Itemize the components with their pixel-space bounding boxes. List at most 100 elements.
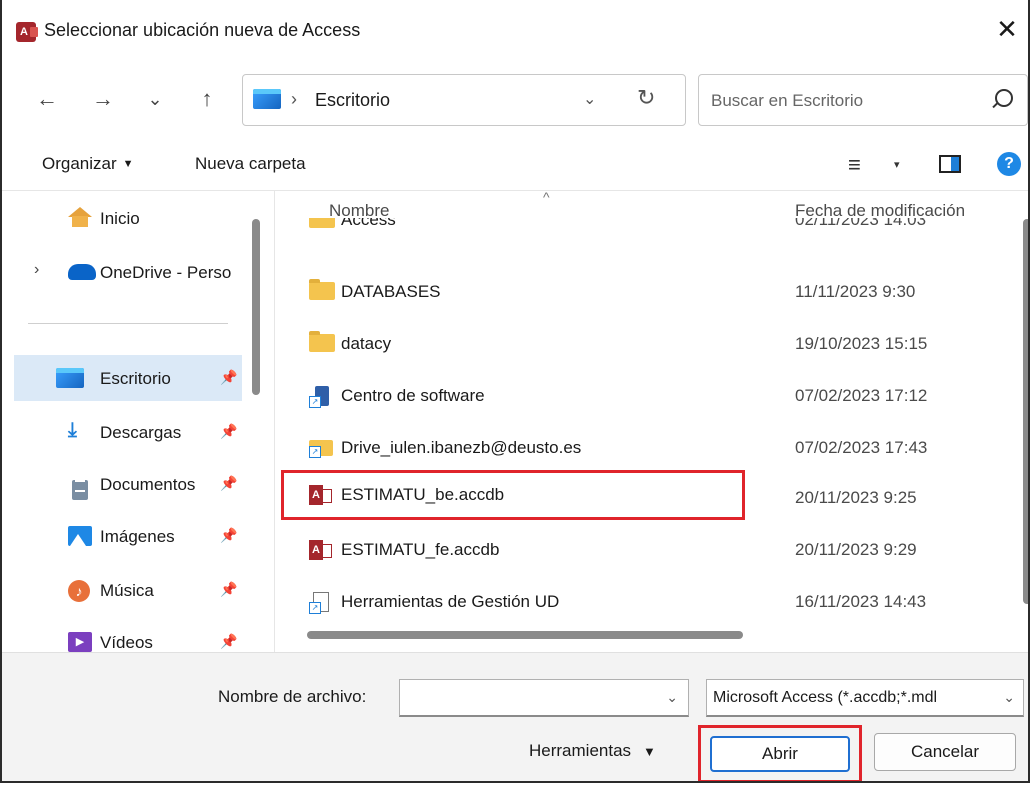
- view-options-caret-icon[interactable]: ▾: [894, 158, 900, 171]
- file-date: 19/10/2023 15:15: [795, 334, 928, 353]
- file-name: ESTIMATU_be.accdb: [341, 485, 505, 504]
- pin-icon[interactable]: 📌: [220, 581, 237, 598]
- sidebar-item-onedrive[interactable]: › OneDrive - Perso: [14, 249, 242, 295]
- filename-label: Nombre de archivo:: [218, 687, 367, 706]
- file-date: 07/02/2023 17:43: [795, 438, 928, 457]
- download-icon: ⤓: [68, 419, 77, 441]
- videos-icon: ▶: [68, 632, 92, 652]
- close-icon[interactable]: ✕: [992, 14, 1022, 44]
- home-icon: [68, 207, 92, 227]
- access-database-icon: [309, 485, 332, 505]
- file-date: 20/11/2023 9:25: [795, 488, 917, 507]
- cancel-button[interactable]: Cancelar: [874, 733, 1016, 771]
- file-list: Nombre ^ Fecha de modificación Access 02…: [274, 191, 1028, 652]
- file-date: 16/11/2023 14:43: [795, 592, 927, 611]
- help-icon[interactable]: ?: [997, 152, 1021, 176]
- navigation-bar: ← → ⌄ ↑ › Escritorio ⌄ ↻ Buscar en Escri…: [2, 62, 1028, 138]
- title-bar: A Seleccionar ubicación nueva de Access …: [2, 0, 1028, 62]
- file-list-vertical-scrollbar[interactable]: [1023, 219, 1028, 604]
- pin-icon[interactable]: 📌: [220, 527, 237, 544]
- file-name: Herramientas de Gestión UD: [341, 592, 560, 611]
- access-database-icon: [309, 540, 332, 560]
- open-button[interactable]: Abrir: [710, 736, 850, 772]
- file-date: 07/02/2023 17:12: [795, 386, 928, 405]
- file-row-herramientas[interactable]: ↗ Herramientas de Gestión UD 16/11/2023 …: [275, 577, 1015, 627]
- open-button-highlight: Abrir: [698, 725, 862, 781]
- sidebar-item-label: Escritorio: [100, 369, 171, 388]
- sidebar-item-label: Música: [100, 581, 154, 600]
- sidebar-item-escritorio[interactable]: Escritorio 📌: [14, 355, 242, 401]
- view-options-icon[interactable]: ≡: [848, 152, 861, 178]
- file-row-databases[interactable]: DATABASES 11/11/2023 9:30: [275, 267, 1015, 317]
- address-bar[interactable]: › Escritorio ⌄ ↻: [242, 74, 686, 126]
- file-name: Access: [341, 218, 396, 229]
- sidebar-item-descargas[interactable]: ⤓ Descargas 📌: [14, 409, 242, 455]
- sidebar-item-label: Vídeos: [100, 633, 153, 652]
- file-row-estimatu-fe[interactable]: ESTIMATU_fe.accdb 20/11/2023 9:29: [275, 525, 1015, 575]
- file-name: ESTIMATU_fe.accdb: [341, 540, 500, 559]
- preview-pane-icon[interactable]: [939, 155, 961, 173]
- dialog-footer: Nombre de archivo: ⌄ Microsoft Access (*…: [2, 652, 1028, 781]
- organize-caret-icon: ▼: [122, 158, 134, 170]
- sidebar-item-label: Imágenes: [100, 527, 175, 546]
- organize-menu-button[interactable]: Organizar ▼: [42, 154, 134, 174]
- file-type-select[interactable]: Microsoft Access (*.accdb;*.mdl ⌄: [706, 679, 1024, 717]
- refresh-icon[interactable]: ↻: [637, 85, 655, 111]
- window-title: Seleccionar ubicación nueva de Access: [44, 20, 361, 40]
- file-row-centro-de-software[interactable]: ↗ Centro de software 07/02/2023 17:12: [275, 371, 1015, 421]
- forward-arrow-icon[interactable]: →: [88, 84, 118, 114]
- back-arrow-icon[interactable]: ←: [32, 84, 62, 114]
- sidebar-item-label: OneDrive - Perso: [100, 263, 232, 282]
- file-date: 20/11/2023 9:29: [795, 540, 917, 559]
- file-date: 02/11/2023 14:03: [795, 218, 927, 229]
- up-arrow-icon[interactable]: ↑: [192, 84, 222, 114]
- access-app-icon: A: [16, 22, 38, 42]
- sidebar-item-videos[interactable]: ▶ Vídeos 📌: [14, 619, 242, 652]
- pin-icon[interactable]: 📌: [220, 423, 237, 440]
- search-box[interactable]: Buscar en Escritorio: [698, 74, 1028, 126]
- sidebar-item-musica[interactable]: ♪ Música 📌: [14, 567, 242, 613]
- folder-icon: [309, 218, 335, 228]
- sidebar-divider: [28, 323, 228, 324]
- file-row-access[interactable]: Access 02/11/2023 14:03: [275, 218, 1015, 240]
- desktop-folder-icon: [253, 89, 281, 109]
- pin-icon[interactable]: 📌: [220, 633, 237, 650]
- file-name: Drive_iulen.ibanezb@deusto.es: [341, 438, 582, 457]
- search-input[interactable]: Buscar en Escritorio: [711, 91, 863, 111]
- pin-icon[interactable]: 📌: [220, 475, 237, 492]
- recent-locations-chevron-icon[interactable]: ⌄: [140, 84, 170, 114]
- file-name: DATABASES: [341, 282, 441, 301]
- file-row-datacy[interactable]: datacy 19/10/2023 15:15: [275, 319, 1015, 369]
- file-type-dropdown-chevron-icon[interactable]: ⌄: [1001, 689, 1015, 706]
- sidebar-scrollbar[interactable]: [252, 219, 260, 395]
- file-row-drive[interactable]: ↗ Drive_iulen.ibanezb@deusto.es 07/02/20…: [275, 423, 1015, 473]
- file-type-value: Microsoft Access (*.accdb;*.mdl: [713, 689, 938, 706]
- organize-label: Organizar: [42, 154, 117, 173]
- sidebar-item-label: Descargas: [100, 423, 182, 442]
- expand-chevron-icon[interactable]: ›: [34, 261, 39, 279]
- sidebar-item-label: Documentos: [100, 475, 196, 494]
- folder-shortcut-icon: ↗: [309, 438, 333, 458]
- tools-menu-button[interactable]: Herramientas ▼: [529, 741, 656, 761]
- file-row-estimatu-be[interactable]: ESTIMATU_be.accdb: [281, 470, 745, 520]
- filename-dropdown-chevron-icon[interactable]: ⌄: [666, 689, 678, 706]
- address-dropdown-chevron-icon[interactable]: ⌄: [583, 89, 596, 109]
- sidebar-item-documentos[interactable]: Documentos 📌: [14, 461, 242, 507]
- music-icon: ♪: [68, 580, 90, 602]
- documents-icon: [72, 480, 88, 500]
- sort-ascending-icon: ^: [543, 191, 550, 205]
- pin-icon[interactable]: 📌: [220, 369, 237, 386]
- tools-label: Herramientas: [529, 741, 632, 760]
- filename-input[interactable]: ⌄: [399, 679, 689, 717]
- search-icon[interactable]: [995, 89, 1013, 107]
- navigation-pane: Inicio › OneDrive - Perso Escritorio 📌 ⤓…: [2, 191, 272, 652]
- command-toolbar: Organizar ▼ Nueva carpeta ≡ ▾ ?: [2, 138, 1028, 191]
- breadcrumb-escritorio[interactable]: Escritorio: [315, 90, 390, 111]
- sidebar-item-imagenes[interactable]: Imágenes 📌: [14, 513, 242, 559]
- folder-icon: [309, 331, 335, 352]
- file-name: datacy: [341, 334, 392, 353]
- file-list-horizontal-scrollbar[interactable]: [307, 631, 743, 639]
- new-folder-button[interactable]: Nueva carpeta: [195, 154, 306, 174]
- sidebar-item-inicio[interactable]: Inicio: [14, 195, 242, 241]
- tools-caret-icon: ▼: [643, 744, 656, 759]
